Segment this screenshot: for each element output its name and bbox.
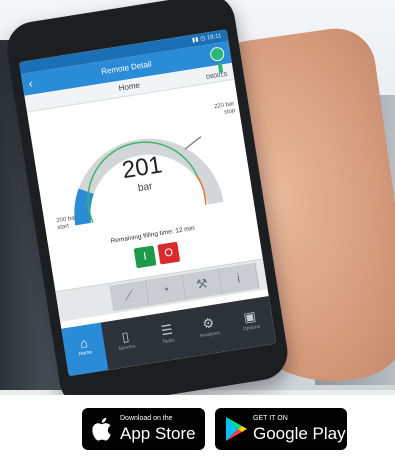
apple-icon [92, 417, 111, 441]
store-badges: Download on the App Store GET IT ON Goog… [0, 395, 395, 467]
app-store-badge[interactable]: Download on the App Store [82, 408, 205, 450]
app-screen: ▮▮ ◷ 18:11 ‹ Remote Detail Home D6001S 2… [19, 29, 277, 377]
stop-pressure-label: 220 bar stop [213, 101, 236, 116]
google-play-small-text: GET IT ON [253, 415, 288, 422]
google-play-text: Google Play [253, 424, 346, 443]
marketing-image: ▮▮ ◷ 18:11 ‹ Remote Detail Home D6001S 2… [0, 0, 395, 467]
nav-label: Servers [118, 343, 137, 353]
nav-tasks[interactable]: ☰ Tasks [144, 309, 191, 363]
google-play-badge[interactable]: GET IT ON Google Play [215, 408, 347, 450]
stop-button[interactable]: O [157, 241, 181, 265]
app-store-text: App Store [120, 424, 196, 443]
nav-label: Tasks [161, 337, 176, 346]
nav-home[interactable]: ⌂ Home [61, 322, 109, 377]
play-icon [226, 417, 247, 441]
gauge-icon[interactable]: ◔ [145, 274, 187, 306]
chart-icon[interactable]: ⟋ [109, 280, 150, 312]
nav-options[interactable]: ▣ Options [227, 296, 274, 350]
nav-analyses[interactable]: ⚙ Analyses [186, 303, 233, 357]
info-icon[interactable]: i [218, 262, 260, 295]
wrench-icon[interactable]: ⚒ [182, 268, 223, 300]
start-button[interactable]: I [133, 245, 157, 269]
nav-servers[interactable]: ▯ Servers [103, 316, 150, 370]
nav-label: Options [242, 323, 261, 333]
app-store-small-text: Download on the [120, 415, 173, 422]
nav-label: Home [78, 349, 93, 358]
